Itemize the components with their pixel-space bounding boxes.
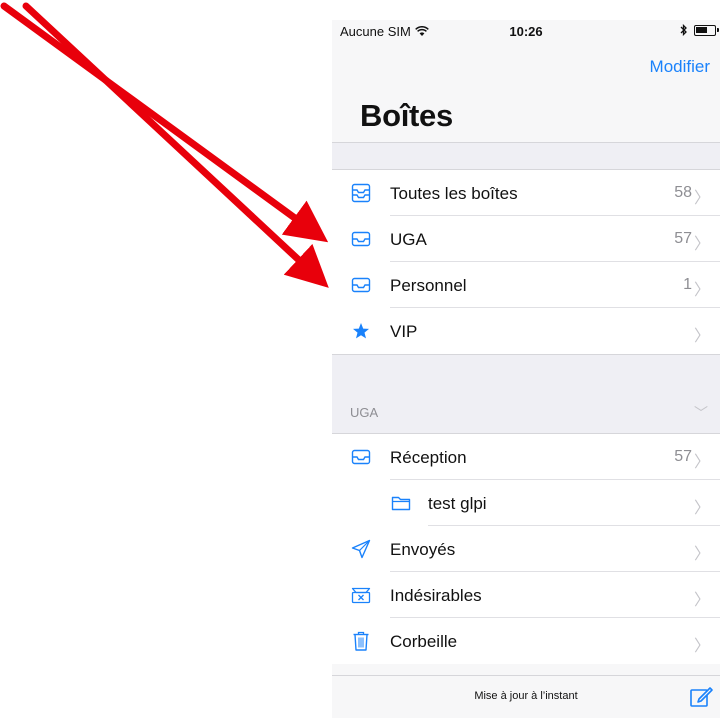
star-icon: [350, 320, 372, 342]
chevron-right-icon: 〉: [693, 592, 710, 609]
folder-label: Corbeille: [390, 632, 458, 651]
folder-row-envoyes[interactable]: Envoyés 〉: [332, 526, 720, 572]
mailbox-row-personnel[interactable]: Personnel 1 〉: [332, 262, 720, 308]
mailbox-row-uga[interactable]: UGA 57 〉: [332, 216, 720, 262]
navigation-bar: Modifier Boîtes: [332, 44, 720, 142]
inbox-icon: [350, 228, 372, 250]
folder-icon: [390, 492, 412, 514]
sent-icon: [350, 538, 372, 560]
bluetooth-icon: [680, 24, 687, 36]
account-name: UGA: [350, 405, 379, 420]
unread-count: 58: [674, 184, 692, 201]
unread-count: 57: [674, 448, 692, 465]
folder-row-corbeille[interactable]: Corbeille 〉: [332, 618, 720, 664]
section-spacer: [332, 142, 720, 170]
screenshot: Aucune SIM 10:26 Modifier Boîtes Toutes …: [0, 0, 720, 718]
unread-count: 1: [683, 276, 692, 293]
mailbox-label: Personnel: [390, 276, 467, 295]
chevron-right-icon: 〉: [693, 190, 710, 207]
chevron-right-icon: 〉: [693, 546, 710, 563]
chevron-right-icon: 〉: [693, 638, 710, 655]
bottom-toolbar: Mise à jour à l’instant: [332, 675, 720, 718]
mailbox-list: Toutes les boîtes 58 〉 UGA 57 〉 Personne…: [332, 170, 720, 354]
inbox-icon: [350, 274, 372, 296]
status-icons: [680, 24, 719, 36]
folder-row-test-glpi[interactable]: test glpi 〉: [332, 480, 720, 526]
sync-status: Mise à jour à l’instant: [474, 690, 578, 702]
inbox-icon: [350, 446, 372, 468]
junk-icon: [350, 584, 372, 606]
trash-icon: [350, 630, 372, 652]
account-section-header[interactable]: UGA ﹀: [332, 354, 720, 434]
unread-count: 57: [674, 230, 692, 247]
battery-icon: [694, 24, 719, 36]
chevron-right-icon: 〉: [693, 282, 710, 299]
mailbox-label: VIP: [390, 322, 418, 341]
compose-icon[interactable]: [688, 684, 714, 710]
mailbox-label: Toutes les boîtes: [390, 184, 518, 203]
mailbox-label: UGA: [390, 230, 427, 249]
folder-label: test glpi: [428, 494, 487, 513]
all-inboxes-icon: [350, 182, 372, 204]
folder-label: Envoyés: [390, 540, 456, 559]
folder-row-indesirables[interactable]: Indésirables 〉: [332, 572, 720, 618]
folder-list: Réception 57 〉 test glpi 〉 Envoyés 〉 Ind…: [332, 434, 720, 664]
chevron-right-icon: 〉: [693, 500, 710, 517]
annotation-arrow-lower: [22, 2, 329, 288]
folder-label: Réception: [390, 448, 467, 467]
folder-row-reception[interactable]: Réception 57 〉: [332, 434, 720, 480]
chevron-right-icon: 〉: [693, 236, 710, 253]
status-bar: Aucune SIM 10:26: [332, 20, 720, 44]
chevron-right-icon: 〉: [693, 328, 710, 345]
clock: 10:26: [509, 24, 543, 39]
page-title: Boîtes: [360, 98, 453, 133]
chevron-down-icon[interactable]: ﹀: [694, 403, 708, 423]
mailbox-row-vip[interactable]: VIP 〉: [332, 308, 720, 354]
mailbox-row-all[interactable]: Toutes les boîtes 58 〉: [332, 170, 720, 216]
chevron-right-icon: 〉: [693, 454, 710, 471]
mail-app-screen: Aucune SIM 10:26 Modifier Boîtes Toutes …: [332, 20, 720, 718]
annotation-arrow-upper: [0, 2, 329, 243]
folder-label: Indésirables: [390, 586, 482, 605]
edit-button[interactable]: Modifier: [650, 57, 710, 77]
